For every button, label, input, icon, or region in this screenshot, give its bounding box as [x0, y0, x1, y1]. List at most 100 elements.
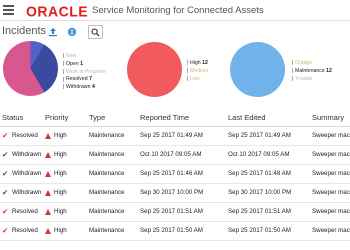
legend-item[interactable]: High 12 — [187, 60, 208, 68]
legend-item[interactable]: Low — [187, 76, 208, 84]
warning-icon — [45, 208, 51, 215]
column-header-priority[interactable]: Priority — [43, 110, 87, 127]
check-icon: ✔ — [2, 131, 9, 140]
app-title: Service Monitoring for Connected Assets — [92, 5, 264, 16]
table-row[interactable]: ✔ Resolved High Maintenance Sep 25 2017 01:4… — [0, 126, 350, 146]
legend-marker — [292, 67, 293, 73]
legend-item[interactable]: Outage — [292, 60, 332, 68]
status-cell: ✔ Withdrawn — [0, 145, 43, 165]
status-cell: ✔ Resolved — [0, 202, 43, 222]
priority-text: High — [54, 170, 67, 177]
warning-icon — [45, 170, 51, 177]
reported-time-cell: Sep 25 2017 01:46 AM — [138, 164, 226, 184]
legend-marker — [187, 67, 188, 73]
priority-cell: High — [43, 145, 87, 165]
table-body: ✔ Resolved High Maintenance Sep 25 2017 01:4… — [0, 126, 350, 241]
priority-cell: High — [43, 183, 87, 203]
column-header-status[interactable]: Status — [0, 110, 43, 127]
priority-text: High — [54, 208, 67, 215]
table-row[interactable]: ✔ Withdrawn High Maintenance Oct 10 2017 09:… — [0, 145, 350, 165]
legend-value: 7 — [87, 76, 92, 83]
legend-value: 12 — [324, 67, 332, 74]
reported-time-cell: Sep 30 2017 10:00 PM — [138, 183, 226, 203]
hamburger-menu-icon[interactable] — [3, 5, 14, 15]
legend-marker — [63, 76, 64, 82]
legend-item[interactable]: Maintenance 12 — [292, 68, 332, 76]
column-header-summary[interactable]: Summary — [310, 110, 350, 127]
status-cell: ✔ Withdrawn — [0, 164, 43, 184]
priority-cell: High — [43, 221, 87, 241]
legend-label: Work in Progress — [66, 68, 106, 75]
legend-label: Open — [66, 60, 79, 67]
status-cell: ✔ Resolved — [0, 221, 43, 241]
type-cell: Maintenance — [87, 145, 138, 165]
legend-value: 12 — [200, 60, 208, 66]
column-header-last-edited[interactable]: Last Edited — [226, 110, 310, 127]
type-legend: Outage Maintenance 12 Trouble — [292, 60, 332, 83]
legend-item[interactable]: Open 1 — [63, 61, 106, 69]
legend-item[interactable]: Work in Progress — [63, 69, 106, 77]
upload-button[interactable] — [45, 24, 61, 39]
check-icon: ✔ — [2, 207, 9, 216]
priority-text: High — [54, 132, 67, 139]
legend-value: 1 — [78, 60, 84, 67]
legend-item[interactable]: Withdrawn 4 — [63, 84, 106, 92]
legend-marker — [187, 75, 188, 81]
status-text: Resolved — [12, 227, 38, 234]
last-edited-cell: Sep 25 2017 01:48 AM — [226, 164, 310, 184]
warning-icon — [45, 151, 51, 158]
table-row[interactable]: ✔ Withdrawn High Maintenance Sep 30 2017 10:… — [0, 183, 350, 203]
legend-label: Medium — [190, 67, 209, 74]
status-cell: ✔ Withdrawn — [0, 183, 43, 203]
summary-cell: Sweeper mach — [310, 221, 350, 241]
type-cell: Maintenance — [87, 164, 138, 184]
summary-cell: Sweeper mach — [310, 145, 350, 165]
summary-cell: Sweeper mach — [310, 183, 350, 203]
type-pie-chart[interactable] — [230, 42, 285, 97]
incidents-table: Status Priority Type Reported Time Last Edit… — [0, 110, 350, 241]
legend-item[interactable]: Medium — [187, 68, 208, 76]
legend-label: Outage — [295, 60, 313, 66]
warning-icon — [45, 132, 51, 139]
priority-cell: High — [43, 164, 87, 184]
type-cell: Maintenance — [87, 221, 138, 241]
type-cell: Maintenance — [87, 183, 138, 203]
priority-pie-chart[interactable] — [127, 42, 182, 97]
check-icon: ✔ — [2, 150, 9, 159]
table-row[interactable]: ✔ Resolved High Maintenance Sep 25 2017 01:5… — [0, 202, 350, 222]
legend-label: Maintenance — [295, 67, 325, 74]
check-icon: ✔ — [2, 169, 9, 178]
warning-icon — [45, 189, 51, 196]
legend-item[interactable]: Trouble — [292, 76, 332, 84]
status-text: Resolved — [12, 132, 38, 139]
legend-item[interactable]: Resolved 7 — [63, 76, 106, 84]
last-edited-cell: Sep 25 2017 01:50 AM — [226, 221, 310, 241]
search-button[interactable] — [88, 25, 103, 39]
priority-legend: High 12 Medium Low — [187, 60, 208, 83]
status-legend: New Open 1 Work in Progress Resolved 7 Withd… — [63, 53, 106, 92]
table-row[interactable]: ✔ Withdrawn High Maintenance Sep 25 2017 01:… — [0, 164, 350, 184]
legend-marker — [187, 60, 188, 66]
column-header-type[interactable]: Type — [87, 110, 138, 127]
column-header-reported-time[interactable]: Reported Time — [138, 110, 226, 127]
last-edited-cell: Sep 25 2017 01:49 AM — [226, 126, 310, 146]
app-header: ORACLE Service Monitoring for Connected … — [0, 0, 350, 21]
table-row[interactable]: ✔ Resolved High Maintenance Sep 25 2017 01:5… — [0, 221, 350, 241]
type-cell: Maintenance — [87, 202, 138, 222]
legend-value: 4 — [90, 84, 95, 91]
legend-item[interactable]: New — [63, 53, 106, 61]
priority-cell: High — [43, 126, 87, 146]
globe-button[interactable] — [64, 24, 80, 39]
search-icon — [91, 28, 100, 37]
status-pie-chart[interactable] — [3, 41, 58, 96]
priority-text: High — [54, 151, 67, 158]
table-header-row: Status Priority Type Reported Time Last Edit… — [0, 110, 350, 127]
legend-marker — [292, 75, 293, 81]
summary-cell: Sweeper mach — [310, 164, 350, 184]
upload-icon — [49, 27, 57, 36]
priority-text: High — [54, 189, 67, 196]
legend-label: Withdrawn — [66, 84, 91, 91]
status-text: Withdrawn — [12, 189, 42, 196]
reported-time-cell: Sep 25 2017 01:51 AM — [138, 202, 226, 222]
last-edited-cell: Sep 30 2017 10:00 PM — [226, 183, 310, 203]
